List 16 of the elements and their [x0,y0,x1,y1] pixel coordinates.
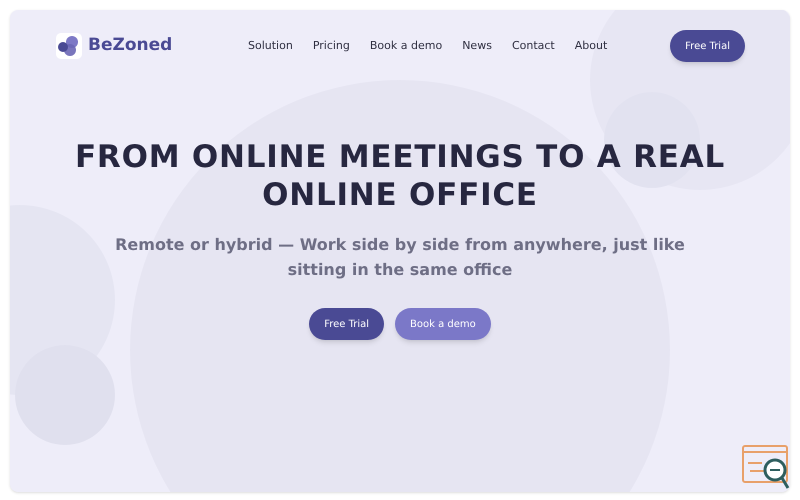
brand-name: BeZoned [88,34,172,58]
hero-button[interactable]: Book a demo [395,308,491,340]
hero-title: ONLINE OFFICE [262,176,538,214]
hero-subtitle: Remote or hybrid — Work side by side from anywhere, just like [115,234,685,256]
nav-link[interactable]: Book a demo [370,38,442,54]
nav-link[interactable]: Contact [512,38,555,54]
hero-title: FROM ONLINE MEETINGS TO A REAL [74,138,726,176]
nav-link[interactable]: Pricing [312,38,350,54]
hero-subtitle: sitting in the same office [288,259,512,281]
nav-link[interactable]: About [574,38,608,54]
hero-button[interactable]: Free Trial [309,308,384,340]
logo-icon [56,33,82,59]
nav-link[interactable]: News [462,38,492,54]
nav-link[interactable]: Solution [248,38,293,54]
browser-search-icon[interactable] [742,445,790,490]
free-trial-button[interactable]: Free Trial [670,30,745,62]
